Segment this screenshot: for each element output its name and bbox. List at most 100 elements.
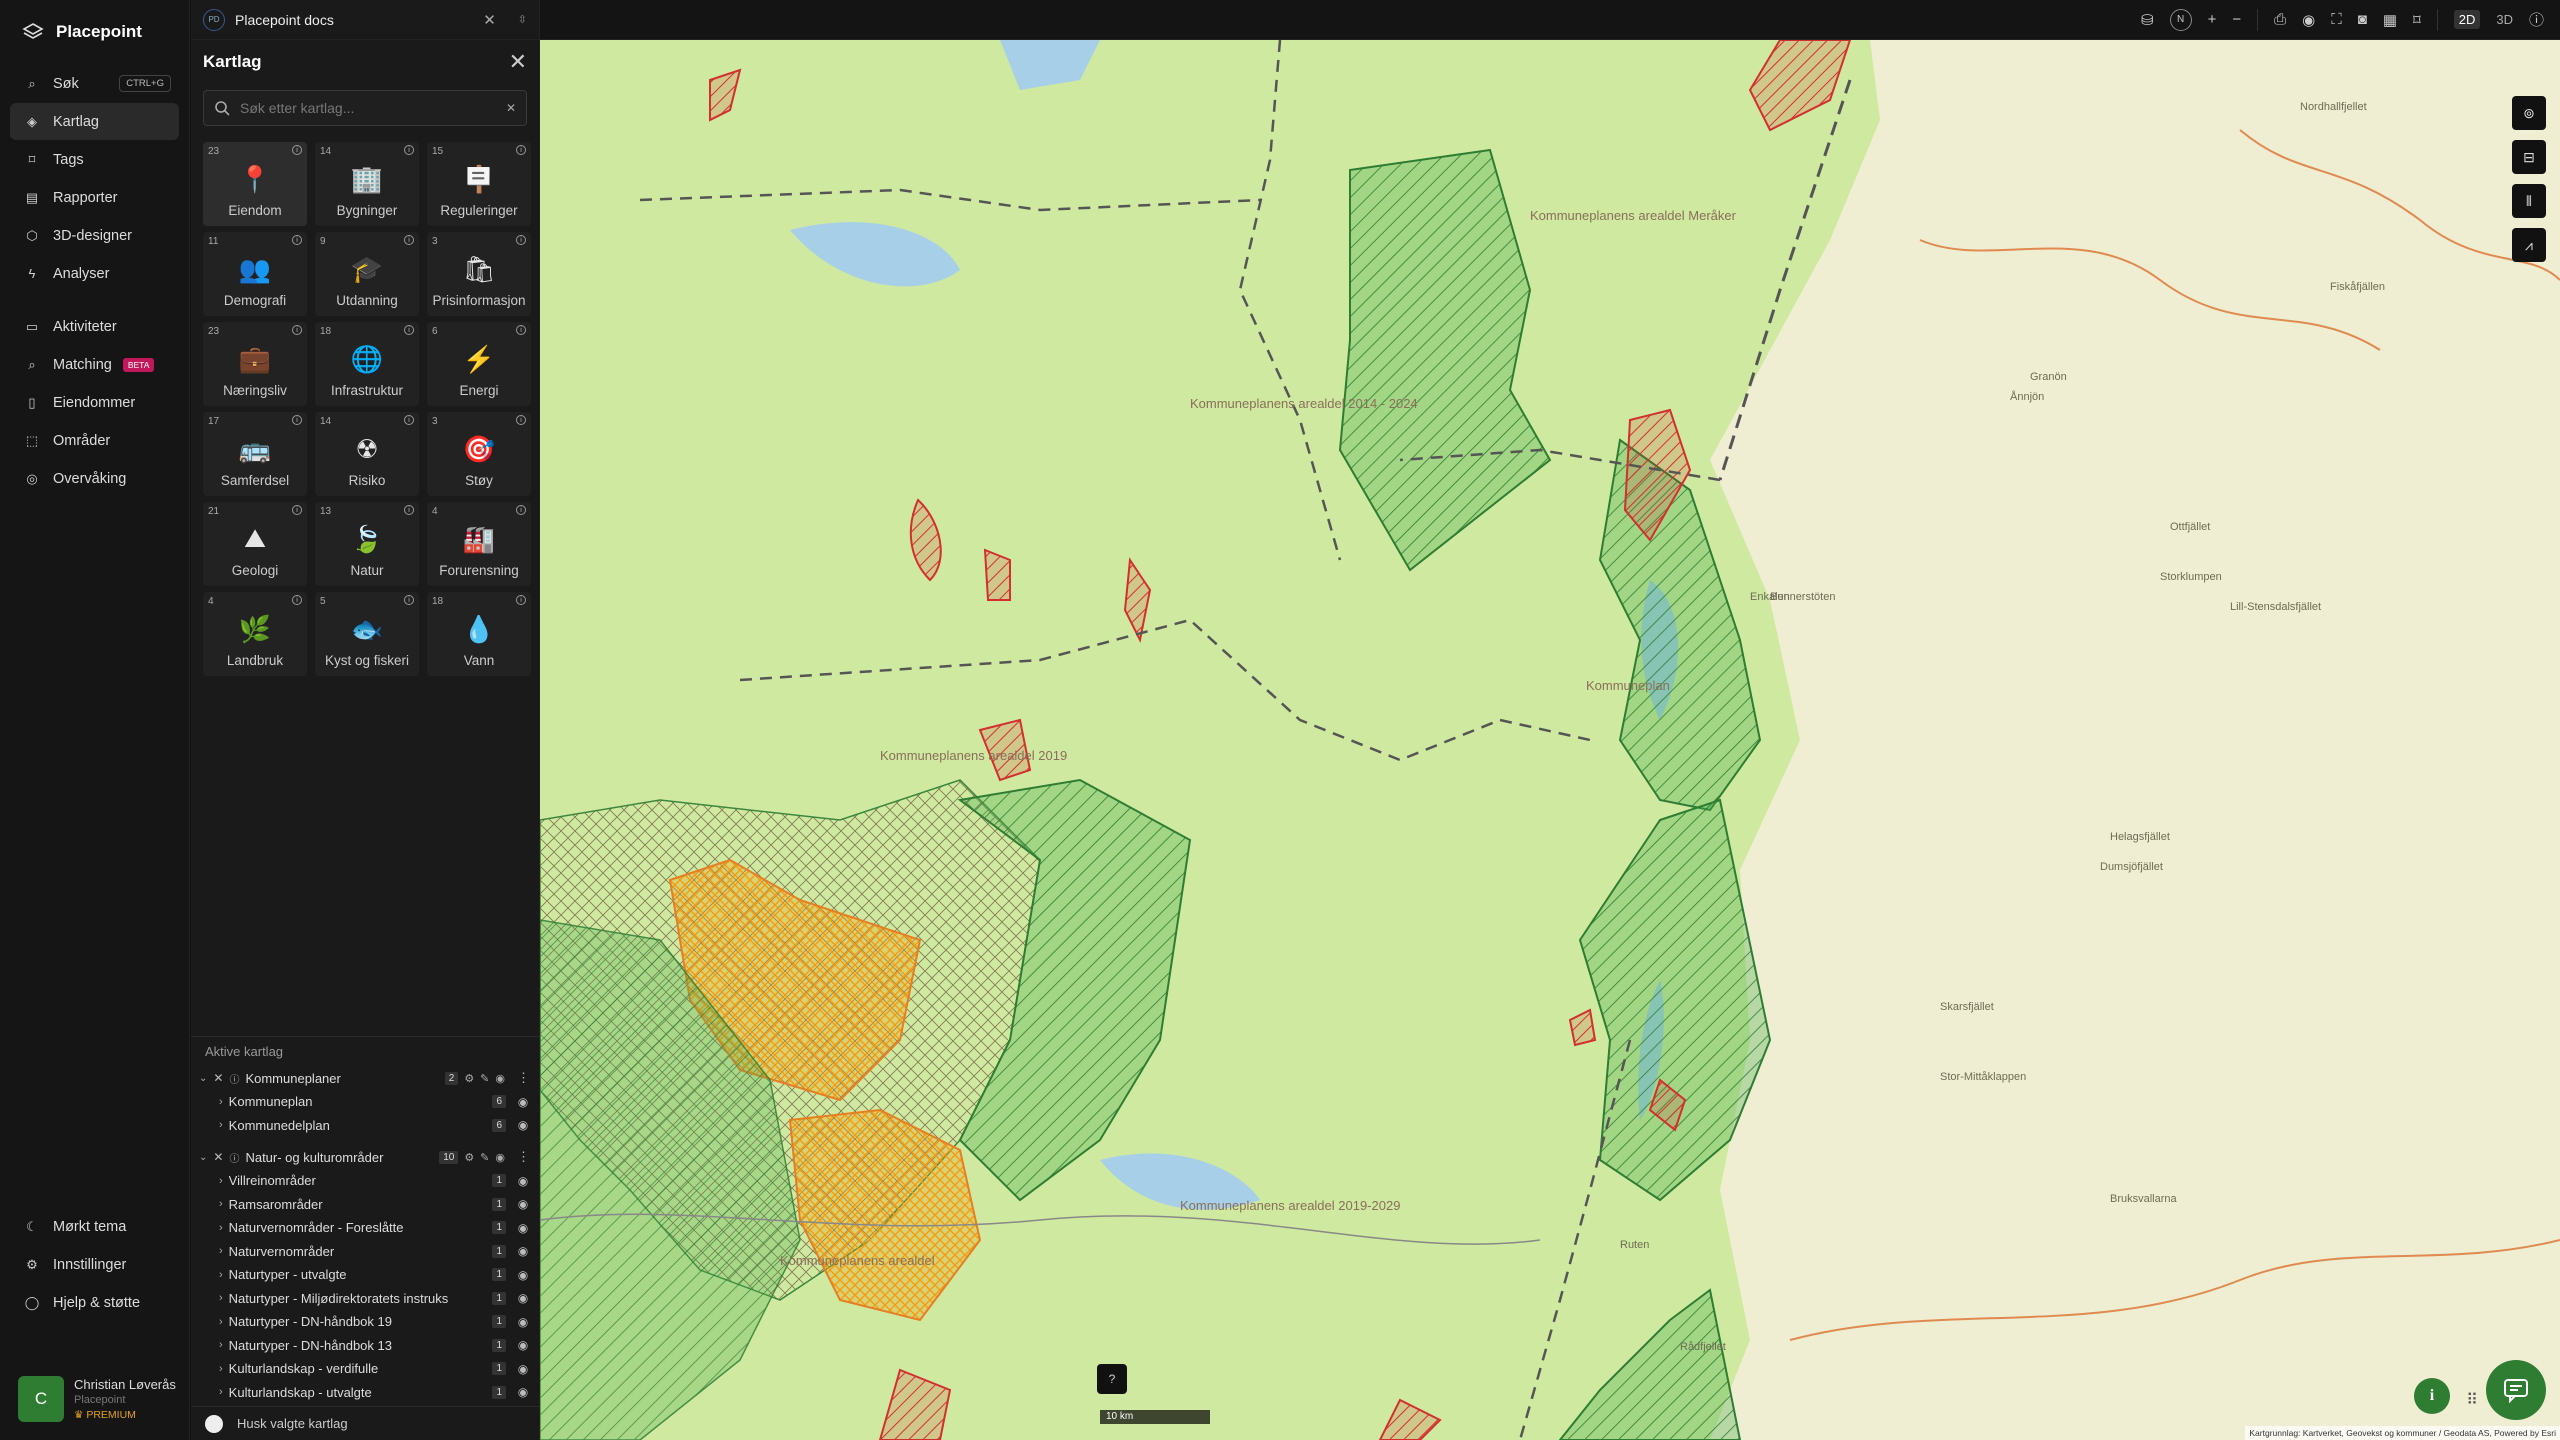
info-icon[interactable]: i: [516, 595, 526, 605]
remember-toggle[interactable]: [205, 1414, 223, 1433]
chevron-down-icon[interactable]: ⌄: [199, 1152, 207, 1163]
visibility-eye-icon[interactable]: ◉: [512, 1174, 534, 1188]
nav-item-områder[interactable]: ⬚ Områder: [10, 422, 179, 459]
chevron-right-icon[interactable]: ›: [219, 1316, 223, 1328]
nav-item-3d-designer[interactable]: ⬡ 3D-designer: [10, 217, 179, 254]
group-tools[interactable]: ⚙✎◉: [464, 1151, 511, 1164]
nav-item-innstillinger[interactable]: ⚙ Innstillinger: [10, 1246, 180, 1283]
layer-category-risiko[interactable]: 14 i ☢ Risiko: [315, 412, 419, 496]
layer-category-samferdsel[interactable]: 17 i 🚌 Samferdsel: [203, 412, 307, 496]
info-icon[interactable]: i: [516, 325, 526, 335]
map-info-button[interactable]: i: [2414, 1378, 2450, 1414]
visibility-eye-icon[interactable]: ◉: [512, 1118, 534, 1132]
layer-row[interactable]: › Ramsarområder 1 ◉: [191, 1193, 540, 1217]
chevron-right-icon[interactable]: ›: [219, 1386, 223, 1398]
visibility-eye-icon[interactable]: ◉: [512, 1315, 534, 1329]
layer-category-støy[interactable]: 3 i 🎯 Støy: [427, 412, 531, 496]
close-tab-icon[interactable]: ✕: [483, 11, 496, 29]
eye-icon[interactable]: ◉: [2302, 11, 2315, 29]
group-tools[interactable]: ⚙✎◉: [464, 1072, 511, 1085]
visibility-eye-icon[interactable]: ◉: [512, 1362, 534, 1376]
layer-settings-icon[interactable]: ⊚: [2512, 96, 2546, 130]
layer-row[interactable]: › Naturvernområder - Foreslåtte 1 ◉: [191, 1216, 540, 1240]
info-icon[interactable]: i: [516, 505, 526, 515]
visibility-eye-icon[interactable]: ◉: [512, 1268, 534, 1282]
clear-search-icon[interactable]: ✕: [506, 101, 516, 115]
map-view[interactable]: Kommuneplanens arealdel Meråker Kommunepl…: [540, 40, 2560, 1440]
grid-view-icon[interactable]: ▦: [2383, 11, 2397, 29]
visibility-eye-icon[interactable]: ◉: [512, 1244, 534, 1258]
info-icon[interactable]: ⓘ: [229, 1150, 239, 1165]
chevron-right-icon[interactable]: ›: [219, 1096, 223, 1108]
zoom-out-icon[interactable]: −: [2232, 11, 2241, 28]
drag-grip-icon[interactable]: ⠿: [2466, 1390, 2478, 1410]
nav-item-matching[interactable]: ⌕ Matching BETA: [10, 346, 179, 383]
layer-category-vann[interactable]: 18 i 💧 Vann: [427, 592, 531, 676]
visibility-eye-icon[interactable]: ◉: [512, 1385, 534, 1399]
layers-stack-icon[interactable]: ⛁: [2141, 11, 2154, 29]
user-card[interactable]: C Christian Løverås Placepoint ♛ PREMIUM: [18, 1376, 176, 1422]
layer-row[interactable]: › Naturtyper - DN-håndbok 13 1 ◉: [191, 1334, 540, 1358]
nav-item-hjelp-støtte[interactable]: ◯ Hjelp & støtte: [10, 1284, 180, 1321]
nav-item-overvåking[interactable]: ◎ Overvåking: [10, 460, 179, 497]
layer-group[interactable]: ⌄ ✕ ⓘ Natur- og kulturområder 10 ⚙✎◉ ⋮: [191, 1145, 540, 1169]
info-icon[interactable]: i: [292, 325, 302, 335]
visibility-eye-icon[interactable]: ◉: [512, 1291, 534, 1305]
nav-item-kartlag[interactable]: ◈ Kartlag: [10, 103, 179, 140]
info-icon[interactable]: i: [516, 415, 526, 425]
zoom-in-icon[interactable]: +: [2208, 11, 2217, 28]
mode-2d-button[interactable]: 2D: [2453, 10, 2481, 29]
layer-row[interactable]: › Naturtyper - Miljødirektoratets instruk…: [191, 1287, 540, 1311]
info-icon[interactable]: i: [516, 145, 526, 155]
layer-category-eiendom[interactable]: 23 i 📍 Eiendom: [203, 142, 307, 226]
nav-item-eiendommer[interactable]: ▯ Eiendommer: [10, 384, 179, 421]
info-icon[interactable]: i: [404, 505, 414, 515]
nav-item-tags[interactable]: ⌑ Tags: [10, 141, 179, 178]
nav-item-analyser[interactable]: ϟ Analyser: [10, 255, 179, 292]
remove-group-icon[interactable]: ✕: [213, 1150, 223, 1164]
layer-category-geologi[interactable]: 21 i ⛰ Geologi: [203, 502, 307, 586]
map-canvas[interactable]: Kommuneplanens arealdel Meråker Kommunepl…: [540, 40, 2560, 1440]
more-icon[interactable]: ⋮: [517, 1070, 530, 1086]
info-icon[interactable]: i: [404, 325, 414, 335]
document-tab[interactable]: PD Placepoint docs ✕ ⇳: [191, 0, 539, 40]
camera-icon[interactable]: ◙: [2358, 11, 2367, 28]
close-panel-icon[interactable]: ✕: [509, 49, 527, 75]
map-help-icon[interactable]: ?: [1097, 1364, 1127, 1394]
terrain-profile-icon[interactable]: ⩘: [2512, 228, 2546, 262]
info-icon[interactable]: i: [404, 595, 414, 605]
layer-category-utdanning[interactable]: 9 i 🎓 Utdanning: [315, 232, 419, 316]
info-icon[interactable]: i: [292, 235, 302, 245]
chevron-right-icon[interactable]: ›: [219, 1245, 223, 1257]
chevron-right-icon[interactable]: ›: [219, 1198, 223, 1210]
bookmark-icon[interactable]: ⌑: [2413, 11, 2421, 29]
layer-row[interactable]: › Naturtyper - DN-håndbok 19 1 ◉: [191, 1310, 540, 1334]
info-icon[interactable]: i: [292, 145, 302, 155]
chevron-right-icon[interactable]: ›: [219, 1269, 223, 1281]
info-icon[interactable]: i: [404, 235, 414, 245]
layer-category-prisinformasjon[interactable]: 3 i 🛍 Prisinformasjon: [427, 232, 531, 316]
layer-category-demografi[interactable]: 11 i 👥 Demografi: [203, 232, 307, 316]
chevron-down-icon[interactable]: ⌄: [199, 1073, 207, 1084]
chevron-right-icon[interactable]: ›: [219, 1119, 223, 1131]
visibility-eye-icon[interactable]: ◉: [512, 1197, 534, 1211]
nav-item-rapporter[interactable]: ▤ Rapporter: [10, 179, 179, 216]
layer-category-kyst-og-fiskeri[interactable]: 5 i 🐟 Kyst og fiskeri: [315, 592, 419, 676]
layer-category-bygninger[interactable]: 14 i 🏢 Bygninger: [315, 142, 419, 226]
visibility-eye-icon[interactable]: ◉: [512, 1095, 534, 1109]
layer-category-forurensning[interactable]: 4 i 🏭 Forurensning: [427, 502, 531, 586]
info-icon[interactable]: i: [292, 595, 302, 605]
layer-category-landbruk[interactable]: 4 i 🌿 Landbruk: [203, 592, 307, 676]
info-icon[interactable]: i: [404, 415, 414, 425]
print-icon[interactable]: ⎙: [2274, 11, 2286, 28]
chevron-right-icon[interactable]: ›: [219, 1339, 223, 1351]
nav-item-mørkt-tema[interactable]: ☾ Mørkt tema: [10, 1208, 180, 1245]
info-icon[interactable]: i: [292, 505, 302, 515]
info-icon[interactable]: i: [292, 415, 302, 425]
layer-row[interactable]: › Kulturlandskap - utvalgte 1 ◉: [191, 1381, 540, 1405]
layer-row[interactable]: › Naturtyper - utvalgte 1 ◉: [191, 1263, 540, 1287]
visibility-eye-icon[interactable]: ◉: [512, 1221, 534, 1235]
fullscreen-icon[interactable]: ⛶: [2331, 11, 2342, 28]
layer-row[interactable]: › Kommunedelplan 6 ◉: [191, 1114, 540, 1138]
chevron-right-icon[interactable]: ›: [219, 1292, 223, 1304]
